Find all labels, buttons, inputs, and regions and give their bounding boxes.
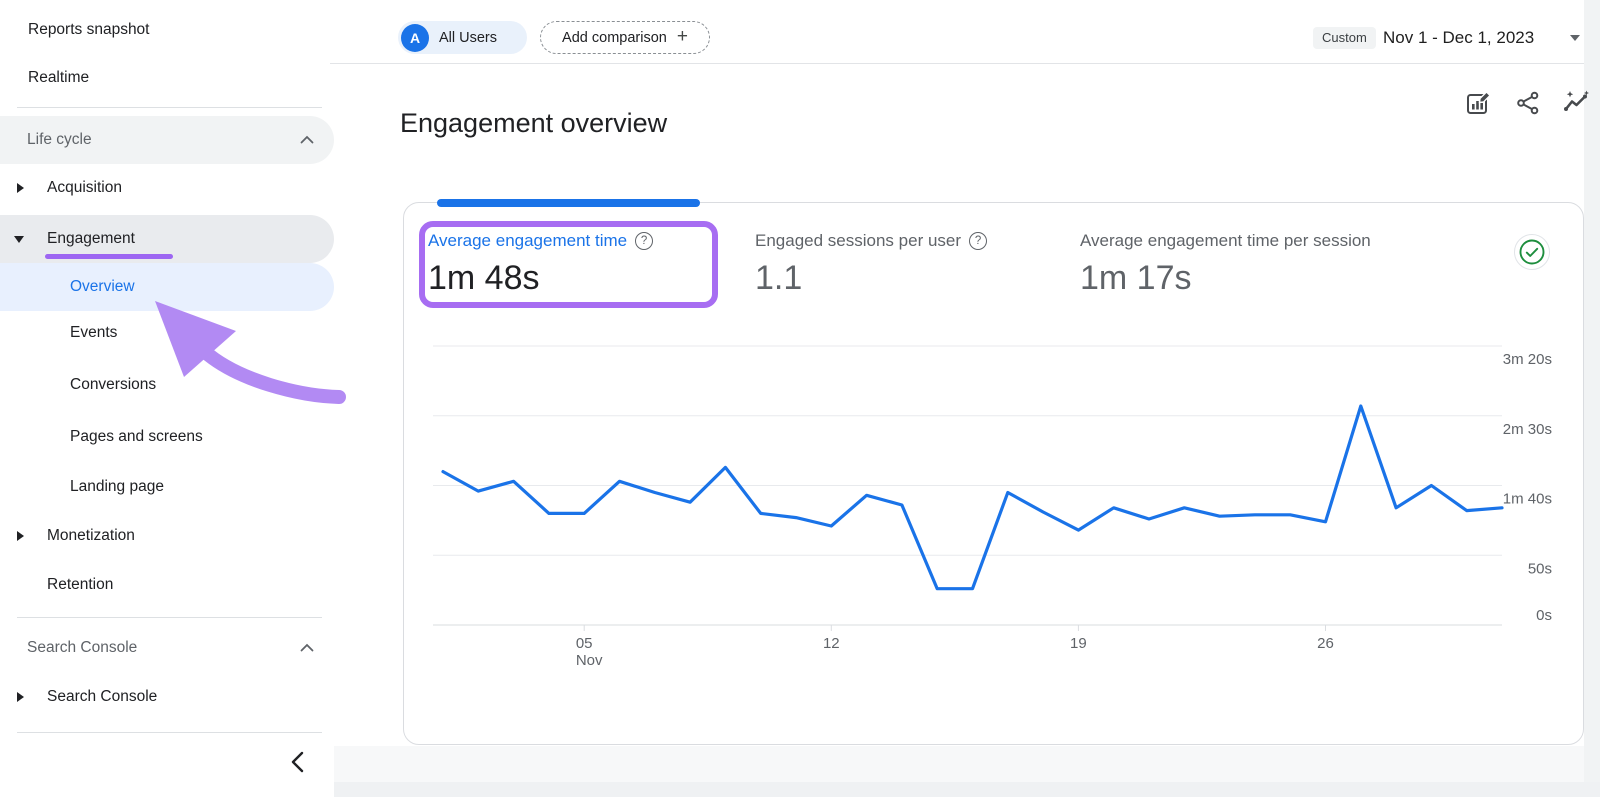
metric-value: 1m 17s [1080,259,1371,298]
collapse-arrow-icon [14,236,24,243]
customize-report-icon[interactable] [1464,89,1492,117]
expand-arrow-icon [17,531,24,541]
sidebar-item-conversions[interactable]: Conversions [0,361,334,409]
metric-value: 1m 48s [428,259,653,298]
sidebar-item-monetization[interactable]: Monetization [0,512,334,560]
sidebar-item-reports-snapshot[interactable]: Reports snapshot [0,6,334,54]
sidebar-divider [17,617,322,618]
report-nav-sidebar: Reports snapshot Realtime Life cycle Acq… [0,0,334,797]
add-comparison-label: Add comparison [562,30,667,46]
sidebar-section-search-console[interactable]: Search Console [0,624,334,672]
sidebar-item-label: Overview [0,278,135,296]
sidebar-item-label: Events [0,324,117,342]
date-range-type-badge: Custom [1313,27,1376,49]
metric-label: Average engagement time per session [1080,231,1371,251]
metric-label: Engaged sessions per user [755,231,961,251]
sidebar-divider [17,107,322,108]
metric-tab-average-engagement-time[interactable]: Average engagement time ? 1m 48s [428,231,653,298]
metric-label: Average engagement time [428,231,627,251]
segment-avatar: A [401,24,429,52]
help-icon[interactable]: ? [635,232,653,250]
sidebar-item-pages-and-screens[interactable]: Pages and screens [0,413,334,461]
insights-icon[interactable] [1562,89,1590,117]
chevron-up-icon [300,643,314,652]
sidebar-item-acquisition[interactable]: Acquisition [0,164,334,212]
share-icon[interactable] [1514,89,1542,117]
page-title: Engagement overview [400,108,667,139]
sidebar-item-label: Retention [0,576,113,594]
sidebar-item-events[interactable]: Events [0,309,334,357]
sidebar-item-label: Reports snapshot [0,21,150,39]
page-right-edge [1584,0,1600,797]
sidebar-item-label: Pages and screens [0,428,203,446]
ga4-engagement-overview-page: { "sidebar": { "items": [ {"label": "Rep… [0,0,1600,797]
sidebar-section-life-cycle[interactable]: Life cycle [0,116,334,164]
date-range-selector[interactable]: Nov 1 - Dec 1, 2023 [1383,28,1534,48]
metric-tab-engaged-sessions-per-user[interactable]: Engaged sessions per user ? 1.1 [755,231,987,298]
sidebar-item-label: Conversions [0,376,156,394]
collapse-sidebar-icon[interactable] [284,748,312,776]
sidebar-item-search-console[interactable]: Search Console [0,673,334,721]
sidebar-divider [17,732,322,733]
metric-tab-average-engagement-time-per-session[interactable]: Average engagement time per session 1m 1… [1080,231,1371,298]
chevron-down-icon[interactable] [1570,35,1580,41]
sidebar-item-retention[interactable]: Retention [0,561,334,609]
sidebar-item-realtime[interactable]: Realtime [0,54,334,102]
expand-arrow-icon [17,183,24,193]
sidebar-item-label: Realtime [0,69,89,87]
annotation-underline [45,254,173,259]
segment-label: All Users [439,30,497,46]
sidebar-item-label: Landing page [0,478,164,496]
sidebar-item-overview[interactable]: Overview [0,263,334,311]
plus-icon: + [677,26,688,48]
help-icon[interactable]: ? [969,232,987,250]
add-comparison-button[interactable]: Add comparison + [540,21,710,54]
section-header-label: Search Console [0,639,137,657]
header-divider [330,63,1584,64]
selected-metric-tab-indicator [437,199,700,207]
all-users-segment-chip[interactable]: A All Users [398,21,527,54]
metric-value: 1.1 [755,259,987,298]
data-quality-icon[interactable] [1513,233,1551,271]
sidebar-item-landing-page[interactable]: Landing page [0,463,334,511]
chevron-up-icon [300,135,314,144]
expand-arrow-icon [17,692,24,702]
section-header-label: Life cycle [0,131,92,149]
